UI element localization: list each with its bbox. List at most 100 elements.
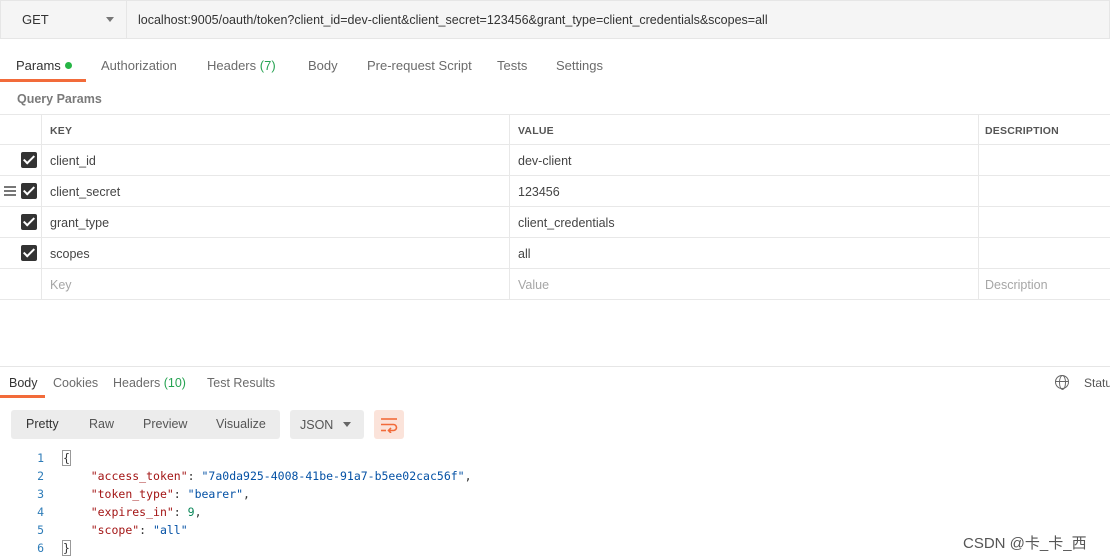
json-value: "7a0da925-4008-41be-91a7-b5ee02cac56f": [201, 469, 465, 483]
param-key-cell[interactable]: grant_type: [41, 207, 509, 238]
json-value: "all": [153, 523, 188, 537]
new-description-input[interactable]: Description: [978, 269, 1110, 300]
param-description-cell[interactable]: [978, 238, 1110, 269]
format-raw-button[interactable]: Raw: [89, 417, 114, 431]
active-tab-indicator: [0, 79, 86, 82]
json-value: "bearer": [187, 487, 244, 501]
language-select[interactable]: JSON: [290, 410, 364, 439]
param-value-cell[interactable]: all: [509, 238, 979, 269]
json-key: "expires_in": [90, 505, 174, 519]
response-tab-headers[interactable]: Headers (10): [113, 376, 186, 390]
table-row: client_id dev-client: [0, 145, 1110, 176]
method-label: GET: [22, 12, 49, 27]
row-checkbox[interactable]: [21, 214, 37, 230]
line-number: 2: [37, 469, 44, 483]
format-toggle-group: Pretty Raw Preview Visualize: [11, 410, 280, 439]
url-input[interactable]: localhost:9005/oauth/token?client_id=dev…: [127, 0, 1110, 39]
code-text: {: [62, 449, 71, 467]
response-tab-test-results[interactable]: Test Results: [207, 376, 275, 390]
param-key-cell[interactable]: client_secret: [41, 176, 509, 207]
param-key-cell[interactable]: client_id: [41, 145, 509, 176]
query-params-table: KEY VALUE DESCRIPTION client_id dev-clie…: [0, 114, 1110, 300]
json-comma: ,: [194, 505, 202, 519]
new-key-input[interactable]: Key: [41, 269, 509, 300]
param-value-cell[interactable]: client_credentials: [509, 207, 979, 238]
code-text: }: [62, 539, 71, 557]
response-tab-headers-label: Headers: [113, 376, 161, 390]
code-text: "access_token": "7a0da925-4008-41be-91a7…: [90, 469, 472, 483]
table-row: scopes all: [0, 238, 1110, 269]
code-line: 5 "scope": "all": [0, 521, 1110, 539]
drag-handle-icon[interactable]: [4, 186, 16, 196]
code-line: 1 {: [0, 449, 1110, 467]
json-key: "scope": [90, 523, 140, 537]
headers-count-badge: (7): [259, 58, 276, 73]
format-pretty-button[interactable]: Pretty: [26, 417, 59, 431]
response-divider: [0, 366, 1110, 367]
chevron-down-icon: [106, 17, 114, 22]
tab-tests[interactable]: Tests: [497, 58, 527, 73]
format-visualize-button[interactable]: Visualize: [216, 417, 266, 431]
new-value-input[interactable]: Value: [509, 269, 979, 300]
param-description-cell[interactable]: [978, 145, 1110, 176]
tab-authorization[interactable]: Authorization: [101, 58, 177, 73]
table-row: grant_type client_credentials: [0, 207, 1110, 238]
param-key-cell[interactable]: scopes: [41, 238, 509, 269]
line-number: 4: [37, 505, 44, 519]
table-row: client_secret 123456: [0, 176, 1110, 207]
json-key: "token_type": [90, 487, 174, 501]
line-number: 6: [37, 541, 44, 555]
param-value-cell[interactable]: dev-client: [509, 145, 979, 176]
json-key: "access_token": [90, 469, 188, 483]
column-description-header: DESCRIPTION: [978, 115, 1110, 146]
globe-icon[interactable]: [1055, 375, 1069, 390]
param-value-cell[interactable]: 123456: [509, 176, 979, 207]
response-active-tab-indicator: [0, 395, 45, 398]
language-label: JSON: [300, 417, 334, 432]
response-headers-count-badge: (10): [163, 376, 186, 390]
tab-headers-label: Headers: [207, 58, 257, 73]
code-text: "scope": "all": [90, 523, 188, 537]
code-text: "expires_in": 9,: [90, 505, 202, 519]
response-tab-body[interactable]: Body: [9, 376, 38, 390]
request-tabs: Params Authorization Headers (7) Body Pr…: [0, 52, 1110, 82]
line-number: 1: [37, 451, 44, 465]
code-line: 2 "access_token": "7a0da925-4008-41be-91…: [0, 467, 1110, 485]
line-number: 5: [37, 523, 44, 537]
method-select[interactable]: GET: [0, 0, 127, 39]
param-description-cell[interactable]: [978, 176, 1110, 207]
row-checkbox[interactable]: [21, 152, 37, 168]
tab-body[interactable]: Body: [308, 58, 338, 73]
column-key-header: KEY: [41, 115, 509, 146]
json-comma: ,: [464, 469, 472, 483]
new-param-row: Key Value Description: [0, 269, 1110, 300]
response-body-code: 1 { 2 "access_token": "7a0da925-4008-41b…: [0, 449, 1110, 557]
tab-headers[interactable]: Headers (7): [207, 58, 276, 73]
params-active-dot-icon: [64, 62, 72, 69]
code-line: 3 "token_type": "bearer",: [0, 485, 1110, 503]
chevron-down-icon: [343, 422, 351, 427]
response-tabs: Body Cookies Headers (10) Test Results S…: [0, 370, 1110, 398]
tab-pre-request-script[interactable]: Pre-request Script: [367, 58, 472, 73]
format-preview-button[interactable]: Preview: [143, 417, 187, 431]
request-bar: GET localhost:9005/oauth/token?client_id…: [0, 0, 1110, 39]
row-checkbox[interactable]: [21, 245, 37, 261]
code-line: 6 }: [0, 539, 1110, 557]
wrap-lines-icon: [381, 418, 398, 433]
table-header-row: KEY VALUE DESCRIPTION: [0, 114, 1110, 146]
wrap-lines-button[interactable]: [374, 410, 404, 439]
response-tab-cookies[interactable]: Cookies: [53, 376, 98, 390]
tab-params[interactable]: Params: [16, 58, 72, 73]
tab-settings[interactable]: Settings: [556, 58, 603, 73]
tab-params-label: Params: [16, 58, 61, 73]
code-text: "token_type": "bearer",: [90, 487, 250, 501]
json-close-brace: }: [62, 540, 71, 556]
code-line: 4 "expires_in": 9,: [0, 503, 1110, 521]
status-label: Statu: [1084, 376, 1110, 390]
watermark: CSDN @卡_卡_西: [963, 535, 1087, 552]
query-params-title: Query Params: [17, 92, 102, 106]
row-checkbox[interactable]: [21, 183, 37, 199]
param-description-cell[interactable]: [978, 207, 1110, 238]
json-comma: ,: [243, 487, 250, 501]
json-open-brace: {: [62, 450, 71, 466]
